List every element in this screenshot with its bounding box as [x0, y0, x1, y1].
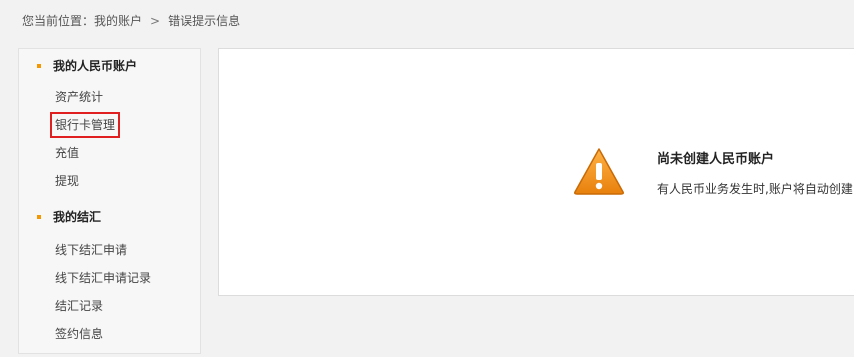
sidebar-group-settlement: 我的结汇	[37, 209, 101, 225]
breadcrumb: 您当前位置：我的账户 > 错误提示信息	[22, 12, 240, 30]
breadcrumb-link-my-account[interactable]: 我的账户	[94, 14, 142, 28]
sidebar-group-title: 我的结汇	[53, 210, 102, 224]
sidebar-item-asset-statistics[interactable]: 资产统计	[55, 89, 103, 105]
breadcrumb-separator-icon: >	[150, 14, 161, 28]
bullet-icon	[37, 214, 41, 219]
sidebar-item-withdraw[interactable]: 提现	[55, 173, 79, 189]
sidebar-item-offline-settlement-apply[interactable]: 线下结汇申请	[55, 242, 127, 258]
sidebar-item-recharge[interactable]: 充值	[55, 145, 79, 161]
sidebar-group-rmb-account: 我的人民币账户	[37, 58, 137, 74]
breadcrumb-current: 错误提示信息	[168, 14, 241, 28]
bullet-icon	[37, 63, 41, 68]
sidebar: 我的人民币账户 资产统计 银行卡管理 充值 提现 我的结汇 线下结汇申请 线下结…	[18, 48, 201, 354]
message-title: 尚未创建人民币账户	[657, 152, 775, 167]
message-text: 有人民币业务发生时,账户将自动创建	[657, 182, 853, 196]
message-panel: 尚未创建人民币账户 有人民币业务发生时,账户将自动创建	[218, 48, 854, 296]
breadcrumb-prefix: 您当前位置：	[22, 14, 95, 28]
sidebar-item-settlement-records[interactable]: 结汇记录	[55, 298, 103, 314]
sidebar-item-offline-settlement-records[interactable]: 线下结汇申请记录	[55, 270, 151, 286]
sidebar-item-contract-info[interactable]: 签约信息	[55, 326, 103, 342]
sidebar-group-title: 我的人民币账户	[53, 59, 138, 73]
warning-icon	[574, 148, 624, 195]
sidebar-item-bank-card-management[interactable]: 银行卡管理	[49, 112, 121, 138]
